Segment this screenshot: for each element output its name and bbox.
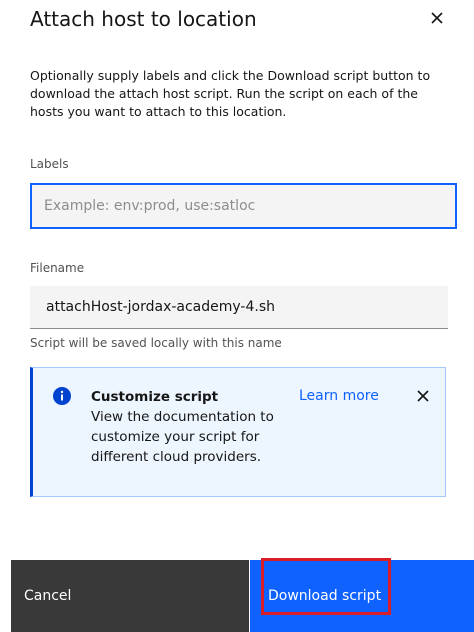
- learn-more-link[interactable]: Learn more: [299, 388, 379, 404]
- notification-body: View the documentation to customize your…: [91, 409, 274, 465]
- customize-script-notification: Customize script View the documentation …: [30, 367, 446, 497]
- labels-input[interactable]: [30, 183, 457, 229]
- close-icon: [417, 390, 429, 402]
- close-icon: [431, 12, 443, 24]
- modal-description: Optionally supply labels and click the D…: [30, 68, 431, 119]
- download-script-button[interactable]: Download script: [250, 560, 474, 632]
- modal-footer: Cancel Download script: [11, 560, 474, 632]
- filename-helper-text: Script will be saved locally with this n…: [30, 336, 282, 350]
- cancel-button[interactable]: Cancel: [11, 560, 249, 632]
- modal-close-button[interactable]: [425, 6, 449, 30]
- filename-input[interactable]: [30, 286, 448, 329]
- filename-field-label: Filename: [30, 261, 85, 275]
- notification-title: Customize script: [91, 389, 219, 405]
- info-icon: [53, 387, 71, 405]
- labels-field-label: Labels: [30, 157, 69, 171]
- notification-close-button[interactable]: [411, 384, 435, 408]
- modal-title: Attach host to location: [30, 7, 257, 31]
